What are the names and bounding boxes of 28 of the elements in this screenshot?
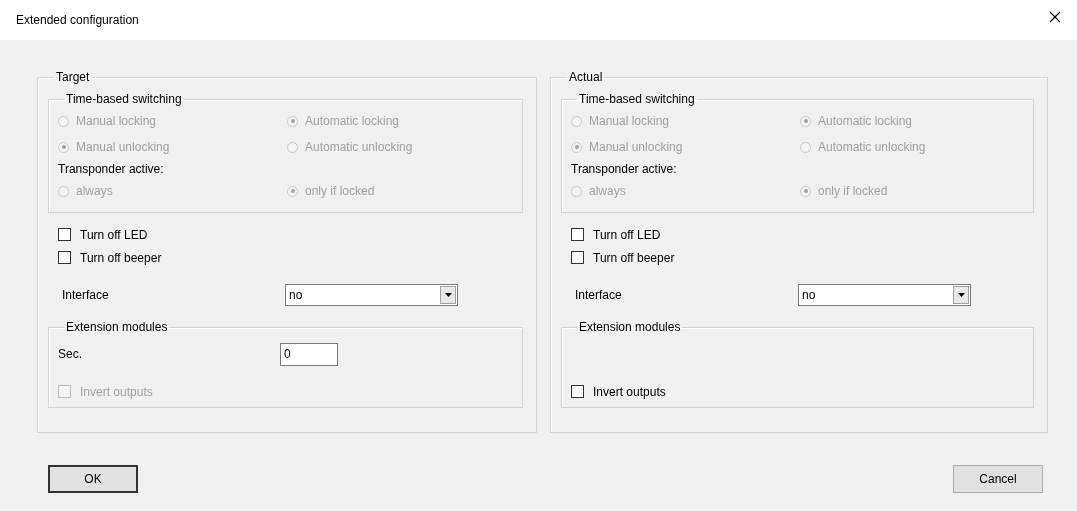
group-title: Time-based switching (65, 92, 183, 106)
interface-label: Interface (575, 288, 623, 302)
dialog-button[interactable]: OK (48, 465, 138, 493)
caret-icon (444, 293, 452, 297)
window-title: Extended configuration (16, 13, 139, 27)
group-title: Extension modules (578, 320, 682, 334)
group-title: Time-based switching (578, 92, 696, 106)
dialog-button[interactable]: Cancel (953, 465, 1043, 493)
checkbox-option[interactable]: Turn off LED (58, 223, 523, 246)
seconds-label: Sec. (58, 347, 83, 361)
transponder-label: Transponder active: (58, 161, 165, 178)
transponder-label: Transponder active: (571, 161, 678, 178)
close-button[interactable] (1047, 9, 1063, 25)
caret-icon (957, 293, 965, 297)
interface-dropdown[interactable]: no (798, 284, 971, 306)
input-field[interactable]: 0 (280, 342, 338, 366)
group-title: Extension modules (65, 320, 169, 334)
panel-title: Actual (568, 70, 604, 84)
checkbox-option[interactable]: Turn off beeper (58, 246, 523, 269)
dropdown-arrow-button[interactable] (440, 286, 456, 304)
dropdown-arrow-button[interactable] (953, 286, 969, 304)
checkbox-option[interactable]: Invert outputs (571, 380, 1025, 403)
panel-title: Target (55, 70, 91, 84)
checkbox-option[interactable]: Turn off beeper (571, 246, 1034, 269)
checkbox-option[interactable]: Turn off LED (571, 223, 1034, 246)
close-icon (1049, 11, 1061, 23)
interface-dropdown[interactable]: no (285, 284, 458, 306)
interface-label: Interface (62, 288, 110, 302)
